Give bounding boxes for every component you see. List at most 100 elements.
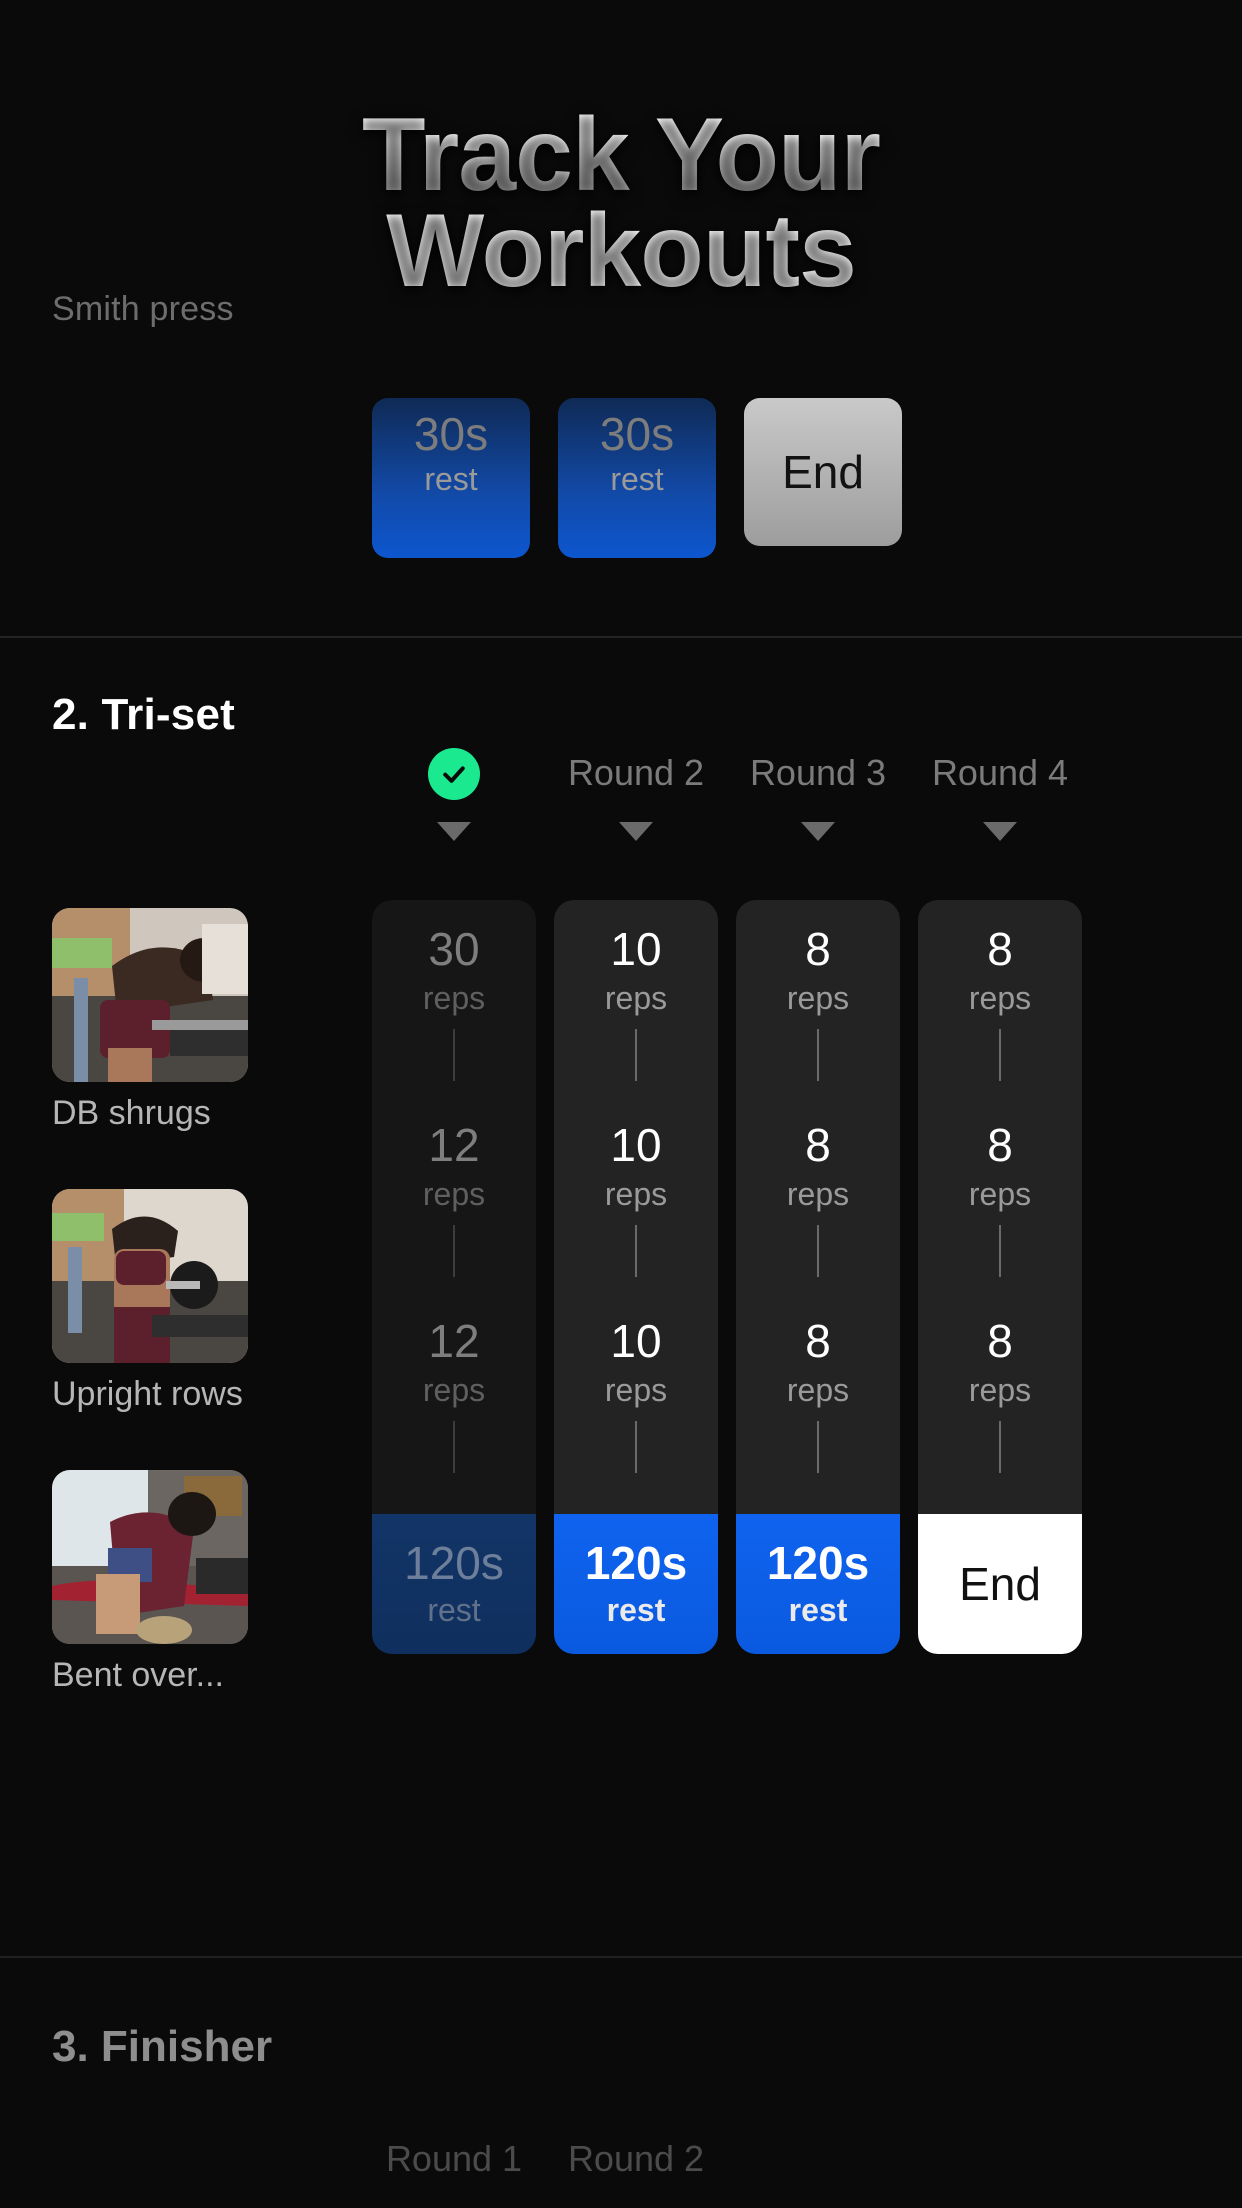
rest-footer[interactable]: 120s rest	[554, 1514, 718, 1654]
set-cell[interactable]: 8 reps	[969, 1318, 1031, 1514]
triset-section: 2. Tri-set Round 2 Round 3 Round 4 DB sh…	[0, 640, 1242, 1958]
reps-value: 8	[987, 1119, 1013, 1171]
list-item[interactable]: Bent over...	[52, 1470, 248, 1695]
set-divider	[999, 1225, 1001, 1277]
rest-unit-label: rest	[606, 1591, 666, 1628]
round-column-body: 30 reps 12 reps 12 reps	[372, 900, 536, 1514]
rest-duration: 30s	[599, 408, 675, 460]
thumbnail-image	[52, 908, 248, 1082]
set-cell[interactable]: 8 reps	[787, 926, 849, 1122]
reps-unit-label: reps	[786, 1372, 850, 1408]
rest-bar[interactable]: 30s rest	[558, 398, 716, 558]
rest-duration: 120s	[584, 1537, 688, 1590]
set-divider	[999, 1029, 1001, 1081]
end-bar[interactable]: End	[744, 398, 902, 546]
set-divider	[817, 1029, 819, 1081]
end-footer[interactable]: End	[918, 1514, 1082, 1654]
set-cell[interactable]: 12 reps	[423, 1318, 485, 1514]
rest-unit-label: rest	[788, 1591, 848, 1628]
set-cell[interactable]: 8 reps	[787, 1318, 849, 1514]
previous-block-section: Smith press 30s rest 30s rest End	[0, 0, 1242, 638]
round-column-body: 8 reps 8 reps 8 reps	[918, 900, 1082, 1514]
round-label	[428, 748, 480, 800]
reps-unit-label: reps	[604, 1372, 668, 1408]
rest-footer[interactable]: 120s rest	[736, 1514, 900, 1654]
round-header-4[interactable]: Round 4	[918, 750, 1082, 841]
round-header-2[interactable]: Round 2	[554, 2138, 718, 2180]
set-divider	[635, 1029, 637, 1081]
round-column-4[interactable]: 8 reps 8 reps 8 reps End	[918, 900, 1082, 1654]
set-divider	[635, 1225, 637, 1277]
reps-unit-label: reps	[968, 1176, 1032, 1212]
finisher-round-header-row: Round 1 Round 2	[372, 2138, 718, 2180]
reps-value: 30	[428, 923, 480, 975]
rounds-grid: 30 reps 12 reps 12 reps 120s rest 10 rep…	[372, 900, 1082, 1654]
exercise-name-label: Smith press	[52, 290, 234, 328]
set-cell[interactable]: 10 reps	[605, 1318, 667, 1514]
reps-value: 8	[987, 923, 1013, 975]
reps-unit-label: reps	[968, 980, 1032, 1016]
set-cell[interactable]: 8 reps	[969, 1122, 1031, 1318]
finisher-section: 3. Finisher Round 1 Round 2	[0, 1960, 1242, 2208]
reps-value: 8	[805, 1119, 831, 1171]
rest-duration: 120s	[404, 1537, 504, 1590]
workout-tracker-screen: Smith press 30s rest 30s rest End Track …	[0, 0, 1242, 2208]
set-cell[interactable]: 12 reps	[423, 1122, 485, 1318]
list-item[interactable]: DB shrugs	[52, 908, 248, 1133]
set-cell[interactable]: 8 reps	[787, 1122, 849, 1318]
exercise-thumbnail[interactable]	[52, 1470, 248, 1644]
set-divider	[817, 1421, 819, 1473]
round-header-1[interactable]: Round 1	[372, 2138, 536, 2180]
exercise-name-label: DB shrugs	[52, 1094, 211, 1132]
rest-unit-label: rest	[424, 461, 478, 498]
rest-duration: 120s	[766, 1537, 870, 1590]
rest-unit-label: rest	[427, 1591, 481, 1628]
reps-unit-label: reps	[422, 1372, 486, 1408]
check-circle-icon	[428, 748, 480, 800]
round-header-2[interactable]: Round 2	[554, 750, 718, 841]
reps-value: 8	[805, 1315, 831, 1367]
rest-footer[interactable]: 120s rest	[372, 1514, 536, 1654]
reps-unit-label: reps	[968, 1372, 1032, 1408]
set-divider	[453, 1225, 455, 1277]
reps-unit-label: reps	[604, 980, 668, 1016]
top-exercise-item[interactable]: Smith press	[52, 290, 248, 329]
end-label: End	[782, 446, 864, 498]
chevron-down-icon	[983, 822, 1017, 841]
reps-value: 8	[987, 1315, 1013, 1367]
exercise-list: DB shrugs Upright rows Bent over...	[52, 908, 248, 1751]
round-header-3[interactable]: Round 3	[736, 750, 900, 841]
reps-unit-label: reps	[422, 980, 486, 1016]
set-divider	[999, 1421, 1001, 1473]
round-column-1[interactable]: 30 reps 12 reps 12 reps 120s rest	[372, 900, 536, 1654]
top-rest-bars: 30s rest 30s rest End	[372, 398, 902, 558]
chevron-down-icon	[801, 822, 835, 841]
thumbnail-image	[52, 1189, 248, 1363]
set-cell[interactable]: 8 reps	[969, 926, 1031, 1122]
round-label: Round 2	[567, 752, 705, 793]
round-header-row: Round 2 Round 3 Round 4	[372, 748, 1082, 841]
rest-bar[interactable]: 30s rest	[372, 398, 530, 558]
exercise-name-label: Bent over...	[52, 1656, 224, 1694]
round-column-body: 8 reps 8 reps 8 reps	[736, 900, 900, 1514]
set-divider	[817, 1225, 819, 1277]
chevron-down-icon	[437, 822, 471, 841]
rest-unit-label: rest	[610, 461, 664, 498]
reps-value: 10	[610, 923, 662, 975]
exercise-thumbnail[interactable]	[52, 1189, 248, 1363]
round-label: Round 4	[931, 752, 1069, 793]
set-cell[interactable]: 30 reps	[423, 926, 485, 1122]
list-item[interactable]: Upright rows	[52, 1189, 248, 1414]
set-cell[interactable]: 10 reps	[605, 926, 667, 1122]
end-label: End	[959, 1558, 1041, 1610]
round-column-2[interactable]: 10 reps 10 reps 10 reps 120s rest	[554, 900, 718, 1654]
round-column-3[interactable]: 8 reps 8 reps 8 reps 120s rest	[736, 900, 900, 1654]
set-cell[interactable]: 10 reps	[605, 1122, 667, 1318]
rest-duration: 30s	[413, 408, 489, 460]
round-header-1[interactable]	[372, 748, 536, 841]
section-title: 2. Tri-set	[52, 690, 235, 739]
chevron-down-icon	[619, 822, 653, 841]
reps-unit-label: reps	[786, 980, 850, 1016]
exercise-thumbnail[interactable]	[52, 908, 248, 1082]
exercise-name-label: Upright rows	[52, 1375, 243, 1413]
